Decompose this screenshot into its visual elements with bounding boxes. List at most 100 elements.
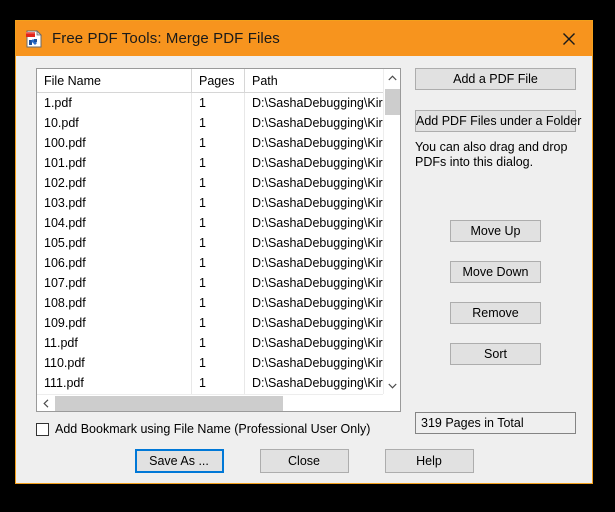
- file-list-row[interactable]: 11.pdf 1D:\SashaDebugging\KiraS: [37, 333, 383, 353]
- add-pdf-file-button[interactable]: Add a PDF File: [415, 68, 576, 90]
- cell-pages: 1: [191, 233, 244, 253]
- window-title: Free PDF Tools: Merge PDF Files: [52, 30, 280, 47]
- close-dialog-button[interactable]: Close: [259, 449, 349, 473]
- dialog-footer: Save As ... Close Help: [16, 449, 592, 473]
- cell-file-name: 11.pdf: [44, 336, 78, 350]
- file-list-row[interactable]: 108.pdf 1D:\SashaDebugging\KiraS: [37, 293, 383, 313]
- file-list-row[interactable]: 103.pdf 1D:\SashaDebugging\KiraS: [37, 193, 383, 213]
- cell-path: D:\SashaDebugging\KiraS: [244, 253, 383, 273]
- cell-pages: 1: [191, 193, 244, 213]
- remove-button[interactable]: Remove: [450, 302, 541, 324]
- cell-pages: 1: [191, 133, 244, 153]
- file-list-row[interactable]: 111.pdf 1D:\SashaDebugging\KiraS: [37, 373, 383, 393]
- cell-path: D:\SashaDebugging\KiraS: [244, 153, 383, 173]
- cell-file-name: 102.pdf: [44, 176, 86, 190]
- file-list[interactable]: File Name Pages Path 1.pdf 1 D:\SashaDebug…: [36, 68, 401, 412]
- action-panel: Add a PDF File Add PDF Files under a Fol…: [415, 68, 581, 434]
- column-header-pages[interactable]: Pages: [191, 69, 244, 93]
- file-list-rows: 1.pdf1D:\SashaDebugging\KiraS10.pdf1D:\S…: [37, 93, 383, 394]
- cell-file-name: 109.pdf: [44, 316, 86, 330]
- scroll-left-button[interactable]: [37, 395, 54, 411]
- add-bookmark-label: Add Bookmark using File Name (Profession…: [55, 422, 371, 436]
- file-list-row[interactable]: 104.pdf 1D:\SashaDebugging\KiraS: [37, 213, 383, 233]
- sort-button[interactable]: Sort: [450, 343, 541, 365]
- cell-pages: 1: [191, 113, 244, 133]
- cell-file-name: 1.pdf: [44, 96, 72, 110]
- cell-pages: 1: [191, 273, 244, 293]
- vertical-scrollbar[interactable]: [383, 69, 400, 394]
- file-list-row[interactable]: 102.pdf 1D:\SashaDebugging\KiraS: [37, 173, 383, 193]
- file-list-row[interactable]: 107.pdf 1D:\SashaDebugging\KiraS: [37, 273, 383, 293]
- file-list-row[interactable]: 100.pdf 1D:\SashaDebugging\KiraS: [37, 133, 383, 153]
- cell-file-name: 101.pdf: [44, 156, 86, 170]
- file-list-row[interactable]: 10.pdf 1D:\SashaDebugging\KiraS: [37, 113, 383, 133]
- cell-file-name: 100.pdf: [44, 136, 86, 150]
- cell-path: D:\SashaDebugging\KiraS: [244, 213, 383, 233]
- move-down-button[interactable]: Move Down: [450, 261, 541, 283]
- add-bookmark-checkbox-row[interactable]: Add Bookmark using File Name (Profession…: [36, 422, 370, 436]
- cell-file-name: 107.pdf: [44, 276, 86, 290]
- pages-total-field: 319 Pages in Total: [415, 412, 576, 434]
- add-bookmark-checkbox[interactable]: [36, 422, 49, 436]
- file-list-row[interactable]: 1.pdf 1D:\SashaDebugging\KiraS: [37, 93, 383, 113]
- scrollbar-corner: [383, 394, 400, 411]
- horizontal-scrollbar[interactable]: [37, 394, 400, 411]
- file-list-row[interactable]: 110.pdf 1D:\SashaDebugging\KiraS: [37, 353, 383, 373]
- cell-path: D:\SashaDebugging\KiraS: [244, 373, 383, 393]
- cell-pages: 1: [191, 173, 244, 193]
- close-button[interactable]: [546, 21, 592, 56]
- merge-pdf-dialog: Free PDF Tools: Merge PDF Files File Nam…: [15, 20, 593, 484]
- cell-pages: 1: [191, 293, 244, 313]
- vertical-scroll-thumb[interactable]: [385, 89, 400, 115]
- cell-pages: 1: [191, 213, 244, 233]
- cell-path: D:\SashaDebugging\KiraS: [244, 173, 383, 193]
- file-list-row[interactable]: 109.pdf 1D:\SashaDebugging\KiraS: [37, 313, 383, 333]
- dialog-body: File Name Pages Path 1.pdf 1 D:\SashaDebug…: [16, 56, 592, 483]
- add-pdf-folder-button[interactable]: Add PDF Files under a Folder: [415, 110, 581, 132]
- cell-path: D:\SashaDebugging\KiraS: [244, 353, 383, 373]
- column-header-file-name[interactable]: File Name: [37, 69, 191, 93]
- cell-file-name: 111.pdf: [44, 376, 84, 390]
- file-list-row[interactable]: 101.pdf 1D:\SashaDebugging\KiraS: [37, 153, 383, 173]
- cell-pages: 1: [191, 93, 244, 113]
- cell-pages: 1: [191, 313, 244, 333]
- cell-file-name: 103.pdf: [44, 196, 86, 210]
- cell-path: D:\SashaDebugging\KiraS: [244, 133, 383, 153]
- close-icon: [563, 32, 575, 45]
- move-up-button[interactable]: Move Up: [450, 220, 541, 242]
- file-list-row[interactable]: 105.pdf 1D:\SashaDebugging\KiraS: [37, 233, 383, 253]
- cell-pages: 1: [191, 333, 244, 353]
- cell-path: D:\SashaDebugging\KiraS: [244, 93, 383, 113]
- cell-file-name: 106.pdf: [44, 256, 86, 270]
- cell-pages: 1: [191, 153, 244, 173]
- cell-pages: 1: [191, 373, 244, 393]
- cell-pages: 1: [191, 253, 244, 273]
- help-button[interactable]: Help: [384, 449, 474, 473]
- pdf-tools-icon: [24, 29, 44, 49]
- chevron-up-icon: [388, 74, 397, 80]
- cell-file-name: 104.pdf: [44, 216, 86, 230]
- column-header-path[interactable]: Path: [244, 69, 383, 93]
- cell-path: D:\SashaDebugging\KiraS: [244, 273, 383, 293]
- cell-file-name: 105.pdf: [44, 236, 86, 250]
- file-list-viewport: File Name Pages Path 1.pdf 1 D:\SashaDebug…: [37, 69, 383, 394]
- cell-path: D:\SashaDebugging\KiraS: [244, 293, 383, 313]
- title-bar: Free PDF Tools: Merge PDF Files: [16, 21, 592, 56]
- save-as-button[interactable]: Save As ...: [134, 449, 224, 473]
- cell-file-name: 110.pdf: [44, 356, 85, 370]
- scroll-up-button[interactable]: [384, 69, 400, 86]
- file-list-row[interactable]: 106.pdf 1D:\SashaDebugging\KiraS: [37, 253, 383, 273]
- cell-file-name: 10.pdf: [44, 116, 79, 130]
- cell-pages: 1: [191, 353, 244, 373]
- cell-path: D:\SashaDebugging\KiraS: [244, 113, 383, 133]
- cell-path: D:\SashaDebugging\KiraS: [244, 313, 383, 333]
- drag-drop-hint: You can also drag and drop PDFs into thi…: [415, 140, 568, 169]
- cell-file-name: 108.pdf: [44, 296, 86, 310]
- chevron-left-icon: [42, 399, 48, 408]
- chevron-down-icon: [388, 383, 397, 389]
- cell-path: D:\SashaDebugging\KiraS: [244, 333, 383, 353]
- cell-path: D:\SashaDebugging\KiraS: [244, 233, 383, 253]
- horizontal-scroll-thumb[interactable]: [55, 396, 283, 411]
- scroll-down-button[interactable]: [384, 377, 400, 394]
- file-list-header: File Name Pages Path: [37, 69, 383, 93]
